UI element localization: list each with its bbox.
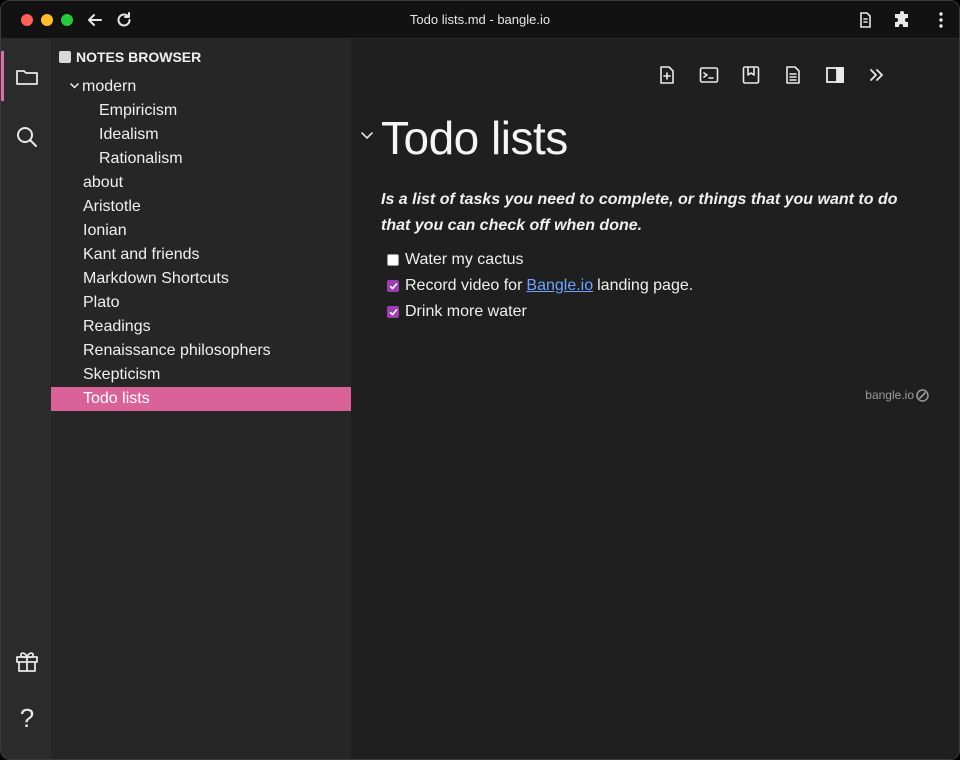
task-checkbox-checked[interactable]: [387, 306, 399, 318]
new-note-icon[interactable]: [657, 65, 677, 85]
file-tree: modern Empiricism Idealism Rationalism a…: [51, 75, 351, 411]
notes-browser-sidebar: NOTES BROWSER modern Empiricism Idealism…: [51, 39, 351, 759]
help-icon[interactable]: ?: [14, 705, 40, 731]
terminal-icon[interactable]: [699, 65, 719, 85]
tree-item-skepticism[interactable]: Skepticism: [51, 363, 351, 387]
notes-browser-header: NOTES BROWSER: [59, 49, 201, 65]
tree-item-kant-and-friends[interactable]: Kant and friends: [51, 243, 351, 267]
search-icon[interactable]: [14, 124, 40, 150]
task-text-before-link: Record video for: [405, 277, 523, 294]
tree-item-aristotle[interactable]: Aristotle: [51, 195, 351, 219]
notes-browser-icon: [59, 51, 71, 63]
page-info-icon[interactable]: [855, 10, 875, 30]
task-checkbox-checked[interactable]: [387, 280, 399, 292]
bangle-logo-icon: [916, 388, 929, 402]
lead-paragraph: Is a list of tasks you need to complete,…: [381, 191, 898, 234]
editor-pane: Todo lists Is a list of tasks you need t…: [351, 39, 959, 759]
editor-toolbar: [657, 65, 887, 85]
document-heading: Todo lists: [381, 112, 568, 164]
tree-item-rationalism[interactable]: Rationalism: [51, 147, 351, 171]
tree-item-label: modern: [82, 78, 137, 95]
bangle-io-link[interactable]: Bangle.io: [526, 277, 593, 295]
more-menu-icon[interactable]: [931, 10, 951, 30]
gift-icon[interactable]: [14, 648, 40, 674]
tree-item-renaissance-philosophers[interactable]: Renaissance philosophers: [51, 339, 351, 363]
notes-browser-title: NOTES BROWSER: [76, 49, 202, 65]
double-chevron-right-icon[interactable]: [867, 65, 887, 85]
tree-item-markdown-shortcuts[interactable]: Markdown Shortcuts: [51, 267, 351, 291]
tree-item-about[interactable]: about: [51, 171, 351, 195]
brand-watermark: bangle.io: [865, 388, 929, 402]
task-item: Record video for Bangle.io landing page.: [387, 273, 693, 299]
browser-window: Todo lists.md - bangle.io ? NOTES BROWSE…: [0, 0, 960, 760]
task-item: Drink more water: [387, 299, 693, 325]
bookmark-icon[interactable]: [741, 65, 761, 85]
task-item: Water my cactus: [387, 247, 693, 273]
collapse-heading-chevron-icon[interactable]: [359, 127, 375, 143]
title-bar: Todo lists.md - bangle.io: [1, 1, 959, 39]
task-text-after-link: landing page.: [597, 277, 694, 294]
chevron-down-icon: [69, 75, 82, 99]
tree-item-todo-lists[interactable]: Todo lists: [51, 387, 351, 411]
tree-item-ionian[interactable]: Ionian: [51, 219, 351, 243]
task-list: Water my cactus Record video for Bangle.…: [387, 247, 693, 325]
brand-text: bangle.io: [865, 388, 914, 402]
tree-item-empiricism[interactable]: Empiricism: [51, 99, 351, 123]
tree-item-plato[interactable]: Plato: [51, 291, 351, 315]
extensions-puzzle-icon[interactable]: [892, 10, 912, 30]
task-text: Water my cactus: [405, 251, 524, 268]
sidebar-icon[interactable]: [825, 65, 845, 85]
tree-item-readings[interactable]: Readings: [51, 315, 351, 339]
task-checkbox-unchecked[interactable]: [387, 254, 399, 266]
tree-item-idealism[interactable]: Idealism: [51, 123, 351, 147]
document-icon[interactable]: [783, 65, 803, 85]
task-text: Drink more water: [405, 303, 527, 320]
folder-icon[interactable]: [14, 64, 40, 90]
active-indicator: [1, 51, 4, 101]
activity-bar: ?: [1, 39, 51, 759]
tree-folder-modern[interactable]: modern: [51, 75, 351, 99]
window-title: Todo lists.md - bangle.io: [409, 12, 551, 27]
